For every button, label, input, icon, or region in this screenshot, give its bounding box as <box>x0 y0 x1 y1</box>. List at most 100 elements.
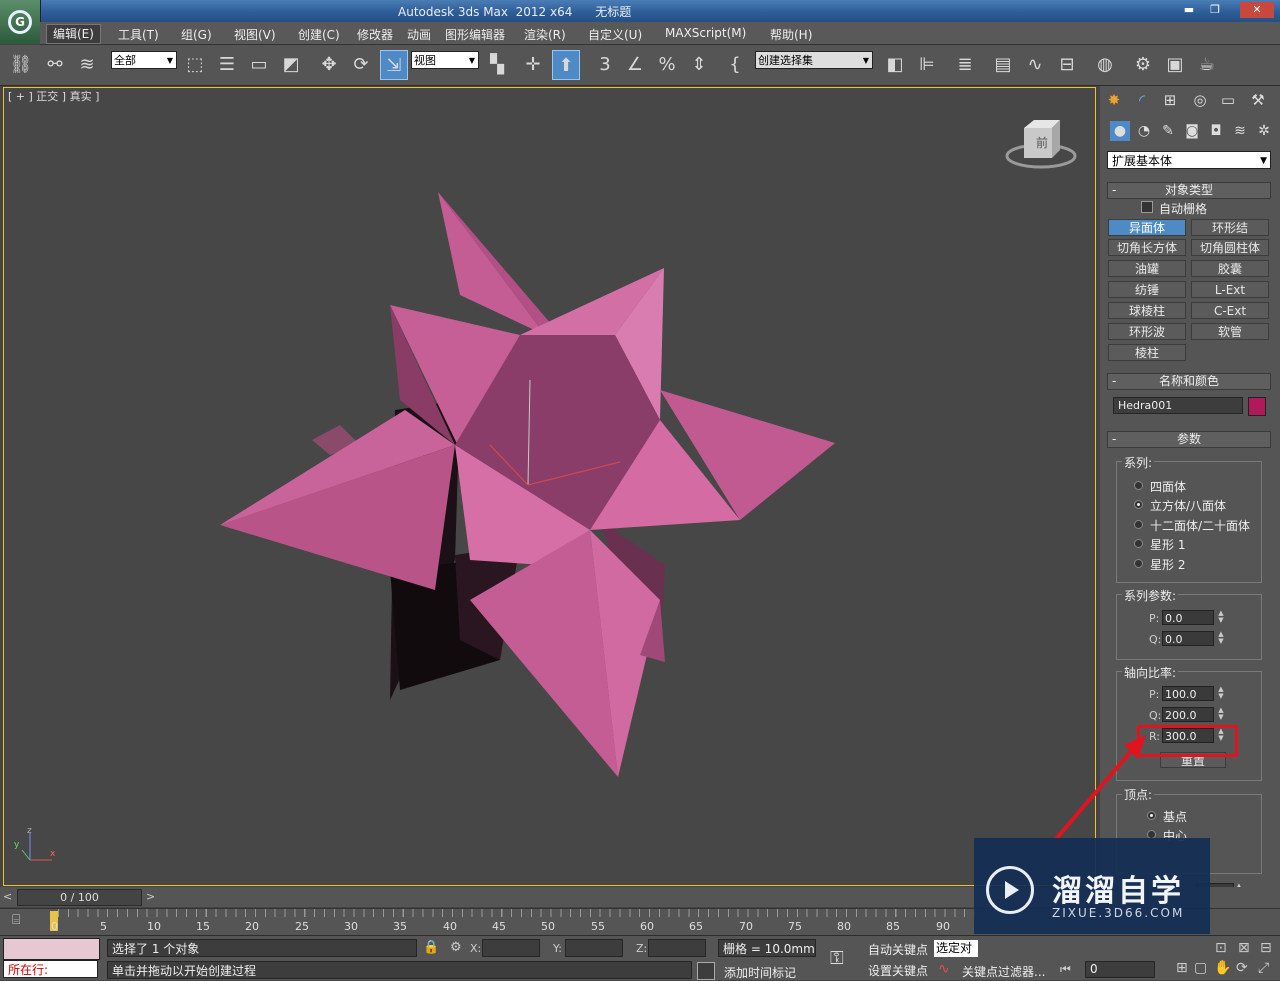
tick-label: 70 <box>739 920 753 933</box>
ringwave-button[interactable]: 环形波 <box>1108 323 1186 340</box>
family-p-arrows[interactable]: ▲ ▼ <box>1216 610 1226 625</box>
utilities-tab-icon[interactable]: ⚒ <box>1248 90 1268 110</box>
motion-tab-icon[interactable]: ◎ <box>1190 90 1210 110</box>
family-radio-dodec-icos[interactable] <box>1134 520 1143 529</box>
maximize-viewport-icon[interactable]: ⤢ <box>1258 960 1269 976</box>
object-name-input[interactable]: Hedra001 <box>1113 397 1243 414</box>
family-radio-star2[interactable] <box>1134 559 1143 568</box>
time-slider[interactable]: 0 / 100 <box>17 889 142 906</box>
family-option-tetra[interactable]: 四面体 <box>1150 478 1186 495</box>
name-color-rollout[interactable]: - 名称和颜色 <box>1107 373 1271 390</box>
prism-button[interactable]: 棱柱 <box>1108 344 1186 361</box>
zoom-all-icon[interactable]: ⊟ <box>1260 940 1272 956</box>
axis-q-arrows[interactable]: ▲ ▼ <box>1216 707 1226 722</box>
display-tab-icon[interactable]: ▭ <box>1218 90 1238 110</box>
helpers-icon[interactable]: ◘ <box>1206 121 1226 141</box>
systems-icon[interactable]: ✲ <box>1254 121 1274 141</box>
region-zoom-icon[interactable]: ▢ <box>1194 960 1207 976</box>
gengon-button[interactable]: 球棱柱 <box>1108 302 1186 319</box>
spindle-button[interactable]: 纺锤 <box>1108 281 1186 298</box>
time-tag-icon[interactable] <box>697 962 715 980</box>
create-tab-icon[interactable]: ✸ <box>1104 90 1124 110</box>
ruler-ticks <box>58 909 978 917</box>
viewport-scene <box>21 120 1077 861</box>
add-time-tag[interactable]: 添加时间标记 <box>724 964 796 981</box>
maxscript-mini-listener[interactable]: 所在行: <box>3 960 98 978</box>
y-coord-input[interactable] <box>565 939 623 957</box>
lock-icon[interactable]: 🔒 <box>423 940 439 955</box>
autogrid-checkbox[interactable] <box>1141 201 1153 213</box>
goto-start-icon[interactable]: ⏮ <box>1060 962 1071 977</box>
rendered-frame-window-icon[interactable]: ▣ <box>1162 50 1188 78</box>
family-q-spinner[interactable]: 0.0 <box>1162 631 1214 646</box>
object-color-swatch[interactable] <box>1248 397 1266 416</box>
time-prev-icon[interactable]: < <box>3 890 12 903</box>
geometry-icon[interactable]: ● <box>1110 121 1130 141</box>
family-option-star1[interactable]: 星形 1 <box>1150 536 1185 553</box>
torus-knot-button[interactable]: 环形结 <box>1191 219 1269 236</box>
x-coord-input[interactable] <box>482 939 540 957</box>
prompt-line: 单击并拖动以开始创建过程 <box>107 961 692 979</box>
modify-tab-icon[interactable]: ◜ <box>1132 90 1152 110</box>
family-option-dodec-icos[interactable]: 十二面体/二十面体 <box>1150 517 1250 534</box>
family-q-arrows[interactable]: ▲ ▼ <box>1216 631 1226 646</box>
hedra-button[interactable]: 异面体 <box>1108 219 1186 236</box>
c-ext-button[interactable]: C-Ext <box>1191 302 1269 319</box>
render-production-icon[interactable]: ☕ <box>1194 50 1220 78</box>
spacewarps-icon[interactable]: ≋ <box>1230 121 1250 141</box>
tick-label: 55 <box>591 920 605 933</box>
chamfer-cyl-button[interactable]: 切角圆柱体 <box>1191 239 1269 256</box>
family-radio-tetra[interactable] <box>1134 481 1143 490</box>
family-radio-star1[interactable] <box>1134 539 1143 548</box>
hose-button[interactable]: 软管 <box>1191 323 1269 340</box>
axis-q-spinner[interactable]: 200.0 <box>1162 707 1214 722</box>
primitive-category-dropdown[interactable]: 扩展基本体 <box>1107 151 1271 170</box>
lights-icon[interactable]: ✎ <box>1158 121 1178 141</box>
cameras-icon[interactable]: ◙ <box>1182 121 1202 141</box>
axis-p-arrows[interactable]: ▲ ▼ <box>1216 686 1226 701</box>
tick-label: 90 <box>936 920 950 933</box>
set-key-button[interactable]: 设置关键点 <box>868 962 928 979</box>
axis-q-label: Q: <box>1149 709 1162 722</box>
key-icon[interactable]: ⚿ <box>830 948 844 969</box>
tick-label: 20 <box>245 920 259 933</box>
pan-icon[interactable]: ✋ <box>1214 960 1231 976</box>
track-bar-menu-icon[interactable]: ⌸ <box>12 912 20 928</box>
render-setup-icon[interactable]: ⚙ <box>1130 50 1156 78</box>
parameters-title: 参数 <box>1176 432 1201 446</box>
family-p-spinner[interactable]: 0.0 <box>1162 610 1214 625</box>
tripod-y-label: y <box>14 840 20 850</box>
tick-label: 75 <box>788 920 802 933</box>
zoom-icon[interactable]: ⊡ <box>1215 940 1227 956</box>
minimize-button[interactable]: ▬ <box>1178 2 1200 18</box>
viewcube-face-label[interactable]: 前 <box>1036 134 1048 151</box>
object-type-rollout[interactable]: - 对象类型 <box>1107 182 1271 199</box>
orbit-icon[interactable]: ⟳ <box>1236 960 1248 976</box>
key-filters-button[interactable]: 关键点过滤器... <box>962 963 1045 980</box>
time-next-icon[interactable]: > <box>146 890 155 903</box>
z-coord-input[interactable] <box>648 939 706 957</box>
absolute-mode-icon[interactable]: ⚙ <box>450 940 462 955</box>
auto-key-button[interactable]: 自动关键点 <box>868 941 928 958</box>
family-q-label: Q: <box>1149 633 1162 646</box>
shapes-icon[interactable]: ◔ <box>1134 121 1154 141</box>
l-ext-button[interactable]: L-Ext <box>1191 281 1269 298</box>
close-button[interactable]: ✕ <box>1240 2 1274 18</box>
hierarchy-tab-icon[interactable]: ⊞ <box>1160 90 1180 110</box>
chamfer-box-button[interactable]: 切角长方体 <box>1108 239 1186 256</box>
maxscript-listener[interactable] <box>3 938 100 960</box>
maximize-button[interactable]: ❐ <box>1204 2 1226 18</box>
current-frame-input[interactable]: 0 <box>1085 961 1155 978</box>
family-option-star2[interactable]: 星形 2 <box>1150 556 1185 573</box>
watermark-play-icon <box>986 866 1034 914</box>
family-radio-cube-octa[interactable] <box>1134 500 1143 509</box>
zoom-extents-icon[interactable]: ⊠ <box>1238 940 1250 956</box>
vertex-option-basepoint[interactable]: 基点 <box>1163 808 1187 825</box>
capsule-button[interactable]: 胶囊 <box>1191 260 1269 277</box>
key-mode-dropdown[interactable]: 选定对 <box>934 940 978 957</box>
oil-tank-button[interactable]: 油罐 <box>1108 260 1186 277</box>
time-config-icon[interactable]: ⊞ <box>1176 960 1188 976</box>
parameters-rollout[interactable]: - 参数 <box>1107 431 1271 448</box>
family-option-cube-octa[interactable]: 立方体/八面体 <box>1150 497 1226 514</box>
axis-p-spinner[interactable]: 100.0 <box>1162 686 1214 701</box>
